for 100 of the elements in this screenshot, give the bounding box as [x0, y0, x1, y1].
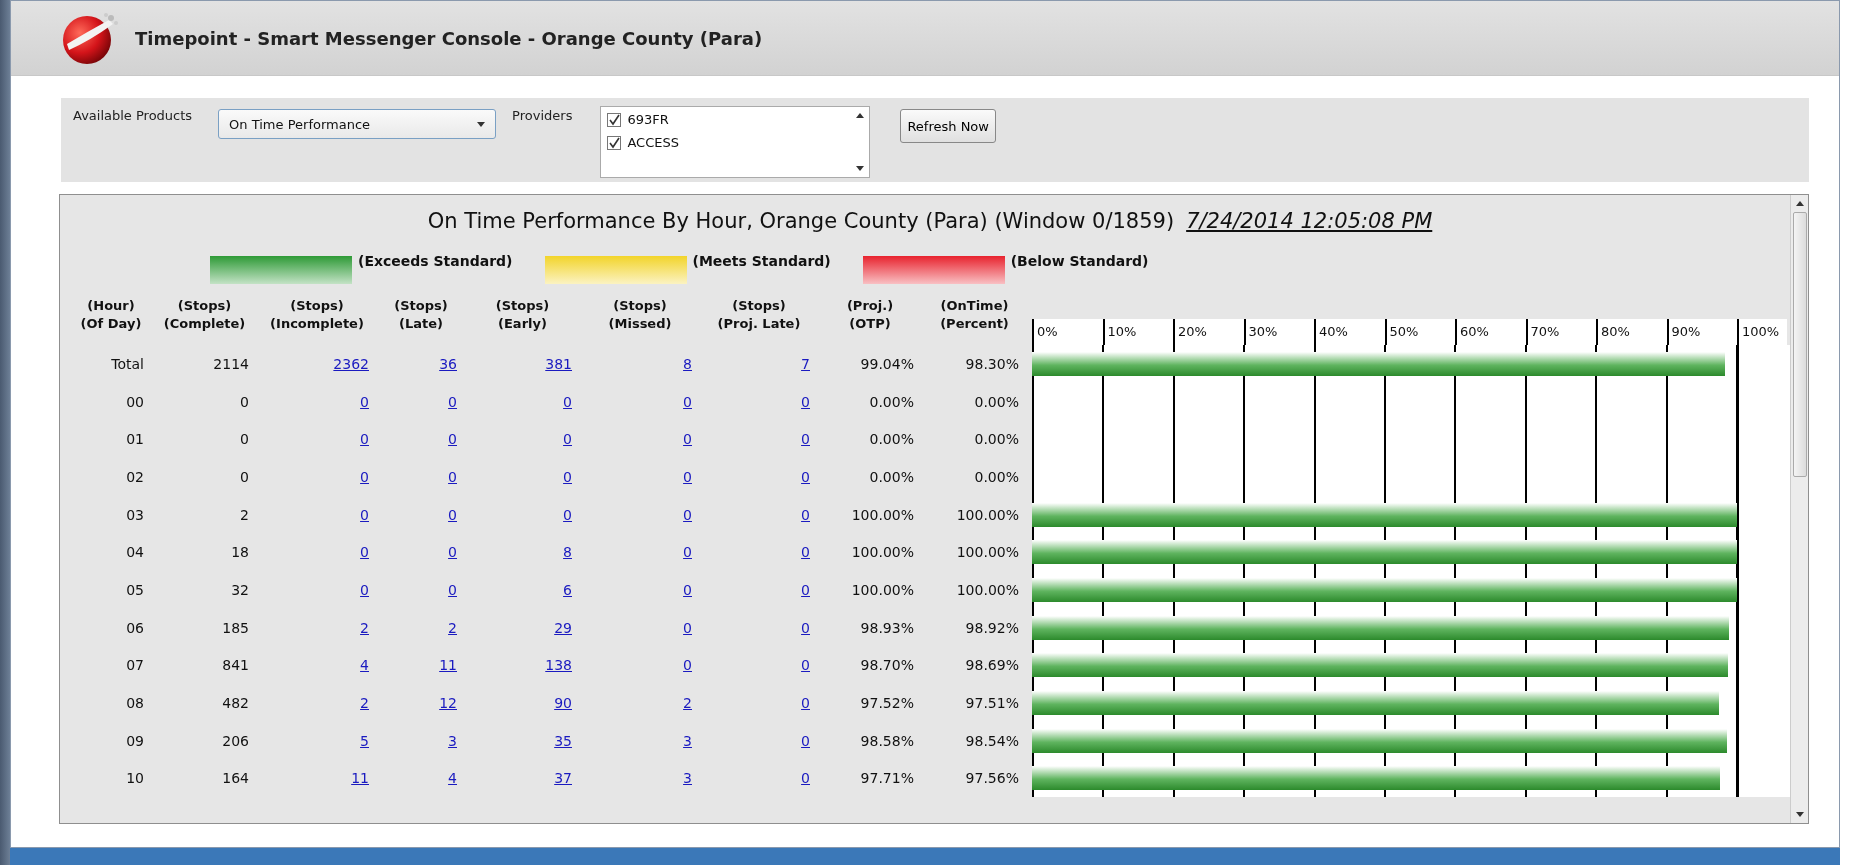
checkbox[interactable] [607, 135, 622, 150]
table-cell: 97.51% [965, 695, 1019, 712]
table-link[interactable]: 8 [563, 544, 572, 561]
table-link[interactable]: 0 [360, 393, 369, 410]
window-title: Timepoint - Smart Messenger Console - Orange County (Para) [135, 27, 763, 49]
table-link[interactable]: 0 [683, 468, 692, 485]
table-link[interactable]: 12 [439, 695, 457, 712]
legend-label: (Exceeds Standard) [358, 253, 513, 269]
table-link[interactable]: 0 [801, 770, 810, 787]
provider-label[interactable]: 693FR [627, 112, 669, 127]
table-link[interactable]: 29 [554, 619, 572, 636]
provider-label[interactable]: ACCESS [627, 135, 679, 150]
table-link[interactable]: 0 [360, 468, 369, 485]
table-link[interactable]: 0 [683, 431, 692, 448]
table-cell: 841 [222, 657, 249, 674]
table-link[interactable]: 381 [545, 355, 572, 372]
table-link[interactable]: 36 [439, 355, 457, 372]
table-cell: 0.00% [869, 431, 914, 448]
table-link[interactable]: 2 [448, 619, 457, 636]
table-link[interactable]: 3 [683, 732, 692, 749]
table-link[interactable]: 7 [801, 355, 810, 372]
table-link[interactable]: 0 [801, 431, 810, 448]
table-link[interactable]: 2 [360, 619, 369, 636]
table-link[interactable]: 0 [683, 544, 692, 561]
table-link[interactable]: 2 [360, 695, 369, 712]
legend-label: (Below Standard) [1010, 253, 1149, 269]
table-link[interactable]: 0 [360, 431, 369, 448]
table-link[interactable]: 0 [563, 506, 572, 523]
product-dropdown[interactable]: On Time Performance [218, 109, 497, 139]
table-link[interactable]: 0 [360, 506, 369, 523]
table-cell: 185 [222, 619, 249, 636]
table-link[interactable]: 0 [448, 544, 457, 561]
table-cell: 98.70% [860, 657, 914, 674]
table-link[interactable]: 6 [563, 581, 572, 598]
column-header: (Stops) (Missed) [607, 297, 673, 333]
table-link[interactable]: 0 [683, 657, 692, 674]
scroll-up-icon[interactable] [1795, 201, 1804, 206]
table-cell: 99.04% [860, 355, 914, 372]
table-cell: 2114 [213, 355, 249, 372]
table-link[interactable]: 3 [448, 732, 457, 749]
table-cell: 32 [231, 581, 249, 598]
table-link[interactable]: 0 [683, 619, 692, 636]
column-header: (Stops) (Complete) [162, 297, 247, 333]
table-link[interactable]: 0 [563, 431, 572, 448]
table-link[interactable]: 4 [360, 657, 369, 674]
table-link[interactable]: 35 [554, 732, 572, 749]
table-link[interactable]: 8 [683, 355, 692, 372]
scrollbar[interactable] [1790, 195, 1808, 823]
scroll-up-icon[interactable] [856, 113, 865, 118]
table-link[interactable]: 0 [801, 619, 810, 636]
column-header: (OnTime) (Percent) [939, 297, 1010, 333]
checkbox[interactable] [607, 112, 622, 127]
scroll-down-icon[interactable] [856, 166, 865, 171]
column-header: (Stops) (Incomplete) [269, 297, 365, 333]
table-link[interactable]: 0 [683, 393, 692, 410]
table-cell: 98.92% [965, 619, 1019, 636]
table-link[interactable]: 5 [360, 732, 369, 749]
table-link[interactable]: 0 [360, 544, 369, 561]
table-link[interactable]: 138 [545, 657, 572, 674]
table-link[interactable]: 0 [448, 431, 457, 448]
table-cell: 0.00% [869, 468, 914, 485]
table-link[interactable]: 0 [801, 468, 810, 485]
table-cell: 98.93% [860, 619, 914, 636]
table-link[interactable]: 3 [683, 770, 692, 787]
table-link[interactable]: 0 [448, 393, 457, 410]
table-link[interactable]: 90 [554, 695, 572, 712]
table-cell: 09 [126, 732, 144, 749]
table-link[interactable]: 0 [360, 581, 369, 598]
refresh-button[interactable]: Refresh Now [900, 109, 996, 143]
table-link[interactable]: 11 [439, 657, 457, 674]
table-link[interactable]: 0 [801, 657, 810, 674]
table-link[interactable]: 0 [801, 695, 810, 712]
table-link[interactable]: 0 [801, 506, 810, 523]
table-cell: 164 [222, 770, 249, 787]
table-cell: 05 [126, 581, 144, 598]
table-link[interactable]: 0 [563, 468, 572, 485]
table-cell: 06 [126, 619, 144, 636]
table-cell: 98.58% [860, 732, 914, 749]
table-link[interactable]: 2362 [333, 355, 369, 372]
table-link[interactable]: 0 [448, 468, 457, 485]
table-link[interactable]: 0 [448, 581, 457, 598]
table-link[interactable]: 0 [563, 393, 572, 410]
table-link[interactable]: 0 [448, 506, 457, 523]
table-link[interactable]: 4 [448, 770, 457, 787]
legend-label: (Meets Standard) [692, 253, 831, 269]
table-link[interactable]: 0 [683, 581, 692, 598]
column-header: (Stops) (Late) [393, 297, 449, 333]
table-link[interactable]: 0 [801, 732, 810, 749]
table-link[interactable]: 0 [801, 393, 810, 410]
table-link[interactable]: 2 [683, 695, 692, 712]
table-link[interactable]: 0 [683, 506, 692, 523]
table-link[interactable]: 0 [801, 544, 810, 561]
table-cell: 2 [240, 506, 249, 523]
table-link[interactable]: 37 [554, 770, 572, 787]
scrollbar-thumb[interactable] [1792, 212, 1807, 477]
table-cell: 100.00% [851, 544, 914, 561]
scroll-down-icon[interactable] [1795, 812, 1804, 817]
table-link[interactable]: 0 [801, 581, 810, 598]
table-cell: 0.00% [974, 393, 1019, 410]
table-link[interactable]: 11 [351, 770, 369, 787]
